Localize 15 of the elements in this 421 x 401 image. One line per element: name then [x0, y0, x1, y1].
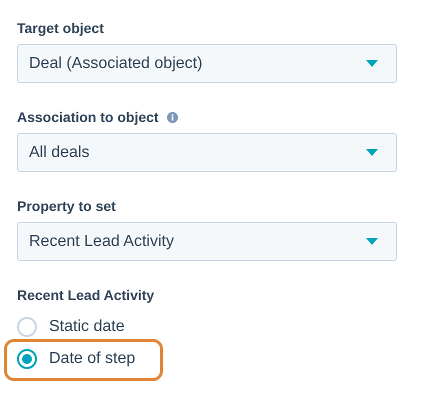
field-label: Property to set: [17, 198, 116, 214]
caret-icon: [366, 238, 378, 245]
dropdown[interactable]: All deals: [17, 133, 397, 172]
dropdown[interactable]: Deal (Associated object): [17, 44, 397, 83]
caret-icon: [366, 149, 378, 156]
field-label: Association to object: [17, 109, 159, 125]
radio-label[interactable]: Static date: [49, 318, 125, 336]
dropdown[interactable]: Recent Lead Activity: [17, 222, 397, 261]
caret-icon: [366, 60, 378, 67]
radio-button[interactable]: [17, 349, 37, 369]
radio-button[interactable]: [17, 317, 37, 337]
radio-label[interactable]: Date of step: [49, 350, 136, 368]
field-label: Target object: [17, 20, 104, 36]
group-label: Recent Lead Activity: [17, 286, 156, 305]
info-icon[interactable]: [166, 112, 178, 122]
